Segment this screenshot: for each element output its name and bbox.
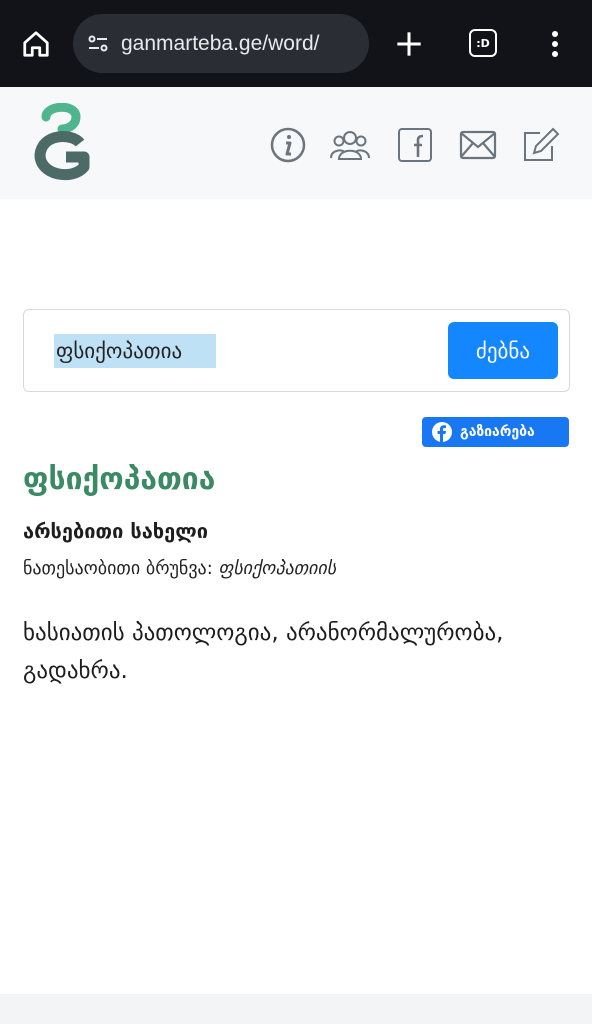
genitive-label: ნათესაობითი ბრუნვა: [23,558,213,579]
tab-switcher-button[interactable]: :D [469,29,497,57]
facebook-logo-icon [432,422,452,442]
info-icon[interactable] [268,125,308,165]
facebook-icon[interactable] [395,125,435,165]
site-settings-icon[interactable] [85,31,111,57]
mail-icon[interactable] [458,125,498,165]
facebook-share-button[interactable]: გაზიარება [422,417,569,447]
genitive-case: ნათესაობითი ბრუნვა: ფსიქოპათიის [23,558,336,579]
part-of-speech: არსებითი სახელი [23,519,208,543]
home-icon[interactable] [18,26,54,62]
search-button[interactable]: ძებნა [448,322,558,379]
search-input[interactable] [54,334,216,368]
edit-icon[interactable] [521,125,561,165]
definition-text: ხასიათის პათოლოგია, არანორმალურობა, გადა… [23,620,504,684]
browser-toolbar: ganmarteba.ge/word/ :D [0,0,592,87]
search-form: ძებნა [23,309,570,392]
address-bar[interactable]: ganmarteba.ge/word/ [73,14,369,73]
url-text[interactable]: ganmarteba.ge/word/ [121,32,319,56]
word-title: ფსიქოპათია [23,462,216,497]
genitive-form: ფსიქოპათიის [218,558,337,579]
site-logo[interactable] [32,102,94,183]
share-label: გაზიარება [460,424,535,440]
page-footer [0,994,592,1024]
users-icon[interactable] [330,125,370,165]
new-tab-icon[interactable] [392,26,426,62]
tab-count-label: :D [476,36,490,50]
more-menu-icon[interactable] [543,26,567,62]
